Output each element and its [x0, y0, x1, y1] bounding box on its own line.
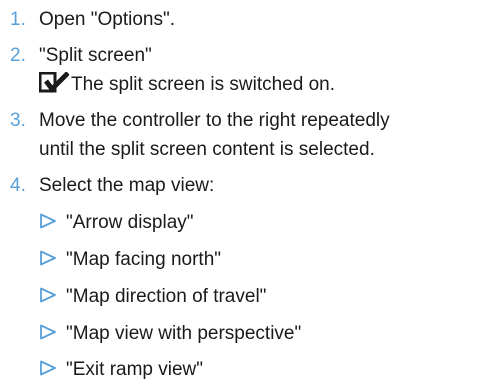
step-number: 3. — [10, 110, 26, 131]
triangle-right-icon — [40, 287, 56, 303]
step-text: "Split screen" — [39, 45, 152, 66]
triangle-right-icon — [40, 324, 56, 340]
option-item: "Exit ramp view" — [39, 357, 203, 382]
checkbox-check-icon — [39, 72, 69, 93]
option-item: "Arrow display" — [39, 210, 194, 235]
instruction-document: 1. Open "Options". 2. "Split screen" The… — [0, 0, 480, 386]
option-label: "Arrow display" — [66, 212, 194, 233]
triangle-right-icon — [40, 250, 56, 266]
step-2-result: The split screen is switched on. — [39, 72, 335, 97]
option-label: "Map facing north" — [66, 249, 222, 270]
result-text: The split screen is switched on. — [71, 74, 336, 95]
step-text: Open "Options". — [39, 9, 176, 30]
step-number: 4. — [10, 175, 26, 196]
step-text-line-2: until the split screen content is select… — [39, 139, 375, 160]
step-text-line-1: Move the controller to the right repeate… — [39, 110, 390, 131]
triangle-right-icon — [40, 213, 56, 229]
option-item: "Map direction of travel" — [39, 284, 266, 309]
triangle-right-icon — [40, 360, 56, 376]
option-item: "Map view with perspective" — [39, 321, 301, 346]
step-text: Select the map view: — [39, 175, 215, 196]
step-number: 1. — [10, 9, 26, 30]
option-label: "Exit ramp view" — [66, 359, 204, 380]
step-number: 2. — [10, 45, 26, 66]
option-label: "Map direction of travel" — [66, 286, 267, 307]
option-label: "Map view with perspective" — [66, 323, 302, 344]
option-item: "Map facing north" — [39, 247, 221, 272]
